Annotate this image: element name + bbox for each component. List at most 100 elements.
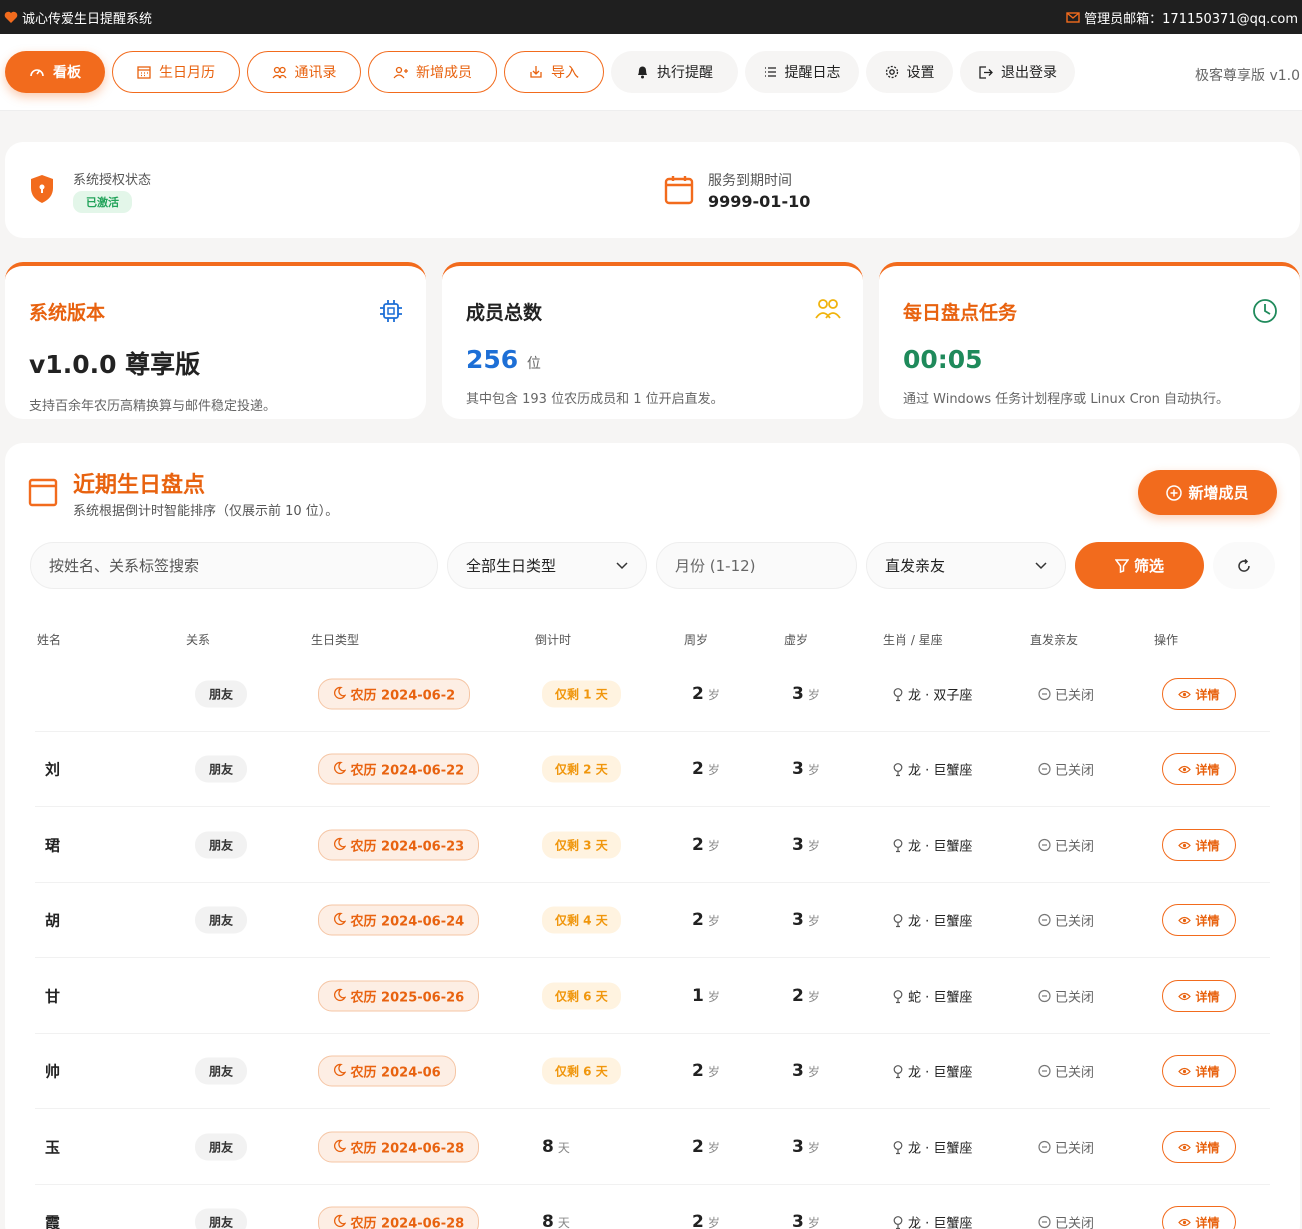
countdown-badge: 仅剩 4 天: [542, 906, 621, 934]
minus-circle-icon: [1038, 1215, 1051, 1229]
relation-tag: 朋友: [195, 680, 248, 708]
table-row: 玉朋友 农历 2024-06-28 8 天 2 岁 3 岁龙 · 巨蟹座 已关闭 详情: [35, 1110, 1270, 1185]
vage-value: 3: [792, 835, 804, 855]
direct-select[interactable]: 直发亲友: [866, 542, 1066, 589]
vage-value: 3: [792, 1137, 804, 1157]
nav-dashboard[interactable]: 看板: [5, 51, 105, 93]
nav-contacts[interactable]: 通讯录: [247, 51, 361, 93]
detail-button[interactable]: 详情: [1162, 1055, 1236, 1087]
version-label: 极客尊享版 v1.0: [1195, 68, 1300, 84]
chip-icon: [378, 298, 404, 324]
vage-value: 3: [792, 684, 804, 704]
plus-circle-icon: [1166, 484, 1183, 501]
moon-icon: [333, 1139, 346, 1153]
age-unit: 岁: [707, 1140, 720, 1155]
detail-button[interactable]: 详情: [1162, 678, 1236, 710]
logout-icon: [978, 65, 993, 79]
expire-label: 服务到期时间: [708, 173, 792, 189]
direct-status: 已关闭: [1055, 914, 1095, 930]
age-unit: 岁: [707, 1064, 720, 1079]
member-name: 甘: [45, 987, 61, 1006]
bell-icon: [636, 65, 649, 79]
nav-calendar[interactable]: 生日月历: [112, 51, 240, 93]
filter-button[interactable]: 筛选: [1075, 542, 1204, 589]
moon-icon: [333, 1214, 346, 1228]
detail-button[interactable]: 详情: [1162, 829, 1236, 861]
eye-icon: [1178, 1218, 1192, 1227]
recent-birthdays-panel: 近期生日盘点 系统根据倒计时智能排序（仅展示前 10 位）。 新增成员 按姓名、…: [5, 443, 1300, 1229]
detail-button[interactable]: 详情: [1162, 753, 1236, 785]
section-subtitle: 系统根据倒计时智能排序（仅展示前 10 位）。: [73, 504, 339, 519]
table-row: 珺朋友 农历 2024-06-23 仅剩 3 天2岁3岁龙 · 巨蟹座 已关闭 详情: [35, 808, 1270, 883]
nav-import[interactable]: 导入: [504, 51, 604, 93]
detail-button[interactable]: 详情: [1162, 980, 1236, 1012]
age-value: 2: [692, 910, 704, 930]
member-name: 刘: [45, 760, 61, 779]
pin-icon: [892, 989, 904, 1003]
stat-desc: 其中包含 193 位农历成员和 1 位开启直发。: [466, 392, 724, 407]
stat-desc: 支持百余年农历高精换算与邮件稳定投递。: [29, 399, 277, 414]
month-input[interactable]: 月份 (1-12): [656, 542, 857, 589]
member-name: 帅: [45, 1062, 61, 1081]
countdown-badge: 仅剩 6 天: [542, 1057, 621, 1085]
stat-card-task: 每日盘点任务 00:05 通过 Windows 任务计划程序或 Linux Cr…: [879, 262, 1300, 419]
nav-add-member[interactable]: 新增成员: [368, 51, 497, 93]
nav-run-reminder[interactable]: 执行提醒: [611, 51, 738, 93]
birthday-type-badge: 农历 2024-06: [318, 1055, 456, 1087]
refresh-button[interactable]: [1213, 542, 1275, 589]
zodiac-text: 龙 · 巨蟹座: [908, 763, 973, 779]
eye-icon: [1178, 1143, 1192, 1152]
users-icon: [815, 298, 841, 320]
import-icon: [529, 65, 543, 79]
countdown-badge: 仅剩 6 天: [542, 982, 621, 1010]
age-unit: 岁: [707, 687, 720, 702]
detail-button[interactable]: 详情: [1162, 904, 1236, 936]
minus-circle-icon: [1038, 762, 1051, 776]
nav-reminder-log[interactable]: 提醒日志: [745, 51, 859, 93]
age-value: 2: [692, 1212, 704, 1229]
countdown-days: 8: [542, 1212, 554, 1229]
pin-icon: [892, 1064, 904, 1078]
countdown-unit: 天: [557, 1215, 570, 1229]
zodiac-text: 蛇 · 巨蟹座: [908, 990, 973, 1006]
birthday-type-badge: 农历 2024-06-28: [318, 1131, 480, 1163]
vage-unit: 岁: [807, 1140, 820, 1155]
table-row: 胡朋友 农历 2024-06-24 仅剩 4 天2岁3岁龙 · 巨蟹座 已关闭 详情: [35, 883, 1270, 958]
app-title: 诚心传爱生日提醒系统: [22, 11, 153, 27]
search-input[interactable]: 按姓名、关系标签搜索: [30, 542, 438, 589]
vage-value: 3: [792, 910, 804, 930]
vage-value: 3: [792, 1212, 804, 1229]
stat-title: 成员总数: [466, 302, 543, 324]
header-relation: 关系: [186, 633, 211, 647]
age-unit: 岁: [707, 913, 720, 928]
table-row: 朋友 农历 2024-06-2 仅剩 1 天2岁3岁龙 · 双子座 已关闭 详情: [35, 657, 1270, 732]
detail-button[interactable]: 详情: [1162, 1206, 1236, 1229]
vage-unit: 岁: [807, 687, 820, 702]
relation-tag: 朋友: [195, 1208, 248, 1229]
age-unit: 岁: [707, 838, 720, 853]
eye-icon: [1178, 765, 1192, 774]
add-member-button[interactable]: 新增成员: [1138, 470, 1277, 515]
minus-circle-icon: [1038, 687, 1051, 701]
pin-icon: [892, 913, 904, 927]
direct-status: 已关闭: [1055, 763, 1095, 779]
birthday-type-badge: 农历 2024-06-28: [318, 1206, 480, 1229]
vage-unit: 岁: [807, 989, 820, 1004]
birthday-type-select[interactable]: 全部生日类型: [447, 542, 647, 589]
nav-bar: 看板 生日月历 通讯录 新增成员 导入 执行提醒 提醒日志 设置 退出登录 极客…: [0, 34, 1302, 111]
pin-icon: [892, 1140, 904, 1154]
vage-unit: 岁: [807, 1064, 820, 1079]
nav-settings[interactable]: 设置: [866, 51, 953, 93]
eye-icon: [1178, 992, 1192, 1001]
relation-tag: 朋友: [195, 1057, 248, 1085]
chevron-down-icon: [1035, 561, 1047, 570]
table-row: 刘朋友 农历 2024-06-22 仅剩 2 天2岁3岁龙 · 巨蟹座 已关闭 详情: [35, 732, 1270, 807]
direct-status: 已关闭: [1055, 688, 1095, 704]
age-value: 2: [692, 684, 704, 704]
direct-status: 已关闭: [1055, 839, 1095, 855]
detail-button[interactable]: 详情: [1162, 1131, 1236, 1163]
header-age: 周岁: [684, 633, 709, 647]
zodiac-text: 龙 · 巨蟹座: [908, 914, 973, 930]
table-row: 帅朋友 农历 2024-06 仅剩 6 天2岁3岁龙 · 巨蟹座 已关闭 详情: [35, 1034, 1270, 1109]
nav-logout[interactable]: 退出登录: [960, 51, 1075, 93]
